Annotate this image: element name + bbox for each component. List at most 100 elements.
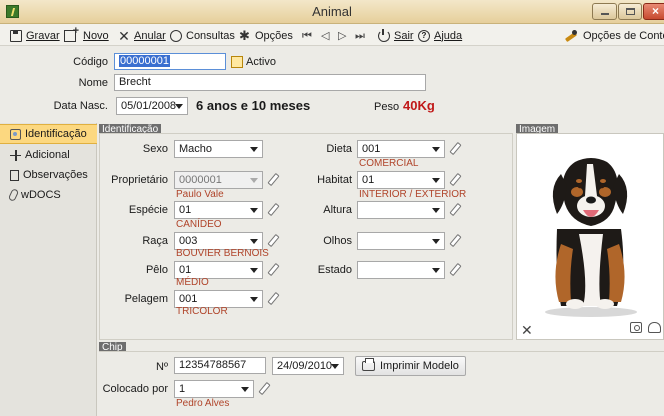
remove-image-icon[interactable]: ✕ bbox=[521, 322, 533, 339]
plus-icon bbox=[10, 149, 21, 161]
sidebar: Identificação Adicional Observações wDOC… bbox=[0, 123, 97, 416]
edit-pencil-icon[interactable] bbox=[448, 173, 460, 185]
first-record-icon: ⏮ bbox=[302, 29, 312, 42]
chevron-down-icon bbox=[250, 268, 258, 273]
help-icon: ? bbox=[418, 29, 430, 42]
proprietario-select[interactable]: 0000001 bbox=[174, 171, 263, 189]
queries-icon bbox=[170, 29, 182, 42]
edit-pencil-icon[interactable] bbox=[266, 234, 278, 246]
especie-label: Espécie bbox=[128, 204, 168, 216]
context-options-button[interactable]: Opções de Contexto bbox=[565, 28, 664, 43]
raca-label: Raça bbox=[142, 235, 168, 247]
power-icon bbox=[378, 28, 390, 42]
maximize-button[interactable] bbox=[618, 3, 642, 20]
code-field[interactable]: 00000001 bbox=[114, 53, 226, 70]
edit-pencil-icon[interactable] bbox=[448, 142, 460, 154]
options-button[interactable]: ✱ Opções bbox=[239, 28, 293, 43]
pelo-description: MÉDIO bbox=[176, 277, 209, 288]
active-label: Activo bbox=[246, 56, 276, 68]
habitat-label: Habitat bbox=[317, 174, 352, 186]
id-card-icon bbox=[10, 128, 21, 140]
proprietario-label: Proprietário bbox=[111, 174, 168, 186]
nav-last-button[interactable]: ⏭ bbox=[355, 28, 365, 43]
chevron-down-icon bbox=[250, 297, 258, 302]
altura-label: Altura bbox=[323, 204, 352, 216]
name-field[interactable]: Brecht bbox=[114, 74, 426, 91]
context-tool-icon bbox=[565, 29, 579, 42]
chevron-down-icon bbox=[250, 178, 258, 183]
edit-pencil-icon[interactable] bbox=[266, 203, 278, 215]
especie-description: CANÍDEO bbox=[176, 219, 222, 230]
chip-number-label: Nº bbox=[156, 361, 168, 373]
window-title: Animal bbox=[312, 4, 352, 19]
sidebar-item-observacoes[interactable]: Observações bbox=[0, 165, 97, 185]
dieta-select[interactable]: 001 bbox=[357, 140, 445, 158]
printer-icon bbox=[362, 358, 375, 371]
chevron-down-icon bbox=[432, 147, 440, 152]
print-model-button[interactable]: Imprimir Modelo bbox=[355, 356, 466, 376]
title-bar: Animal × bbox=[0, 0, 664, 24]
age-text: 6 anos e 10 meses bbox=[196, 98, 311, 113]
placed-by-select[interactable]: 1 bbox=[174, 380, 254, 398]
save-button[interactable]: Gravar bbox=[10, 28, 60, 43]
pelagem-label: Pelagem bbox=[124, 293, 168, 305]
name-label: Nome bbox=[78, 77, 108, 89]
code-label: Código bbox=[73, 56, 108, 68]
edit-pencil-icon[interactable] bbox=[448, 263, 460, 275]
placed-by-label: Colocado por bbox=[102, 383, 168, 395]
exit-button[interactable]: Sair bbox=[378, 28, 414, 43]
toolbar: Gravar Novo ✕ Anular Consultas ✱ Opções … bbox=[0, 24, 664, 46]
dog-photo bbox=[545, 158, 637, 317]
help-button[interactable]: ? Ajuda bbox=[418, 28, 462, 43]
edit-pencil-icon[interactable] bbox=[448, 203, 460, 215]
birth-date-label: Data Nasc. bbox=[53, 100, 108, 112]
chevron-down-icon bbox=[250, 208, 258, 213]
sexo-label: Sexo bbox=[142, 143, 168, 155]
raca-description: BOUVIER BERNOIS bbox=[176, 248, 269, 259]
chevron-down-icon bbox=[175, 104, 183, 109]
chip-number-field[interactable]: 12354788567 bbox=[174, 357, 266, 374]
queries-button[interactable]: Consultas bbox=[170, 28, 235, 43]
chevron-down-icon bbox=[432, 268, 440, 273]
sidebar-item-wdocs[interactable]: wDOCS bbox=[0, 185, 97, 205]
chip-date-picker[interactable]: 24/09/2010 bbox=[272, 357, 344, 375]
nav-prev-button[interactable]: ◁ bbox=[321, 28, 329, 43]
camera-icon[interactable] bbox=[630, 322, 642, 333]
dieta-description: COMERCIAL bbox=[359, 158, 419, 169]
habitat-description: INTERIOR / EXTERIOR bbox=[359, 189, 467, 200]
proprietario-description: Paulo Vale bbox=[176, 189, 224, 200]
altura-select[interactable] bbox=[357, 201, 445, 219]
sidebar-item-identificacao[interactable]: Identificação bbox=[0, 124, 97, 144]
previous-record-icon: ◁ bbox=[321, 29, 330, 42]
sexo-select[interactable]: Macho bbox=[174, 140, 263, 158]
birth-date-picker[interactable]: 05/01/2008 bbox=[116, 97, 188, 115]
especie-select[interactable]: 01 bbox=[174, 201, 263, 219]
placed-by-description: Pedro Alves bbox=[176, 398, 230, 409]
minimize-button[interactable] bbox=[592, 3, 617, 20]
nav-first-button[interactable]: ⏮ bbox=[302, 28, 312, 43]
document-icon bbox=[10, 169, 19, 181]
estado-select[interactable] bbox=[357, 261, 445, 279]
record-header: Código 00000001 Activo Nome Brecht Data … bbox=[0, 47, 664, 123]
edit-pencil-icon[interactable] bbox=[266, 263, 278, 275]
nav-next-button[interactable]: ▷ bbox=[338, 28, 346, 43]
weight-label: Peso bbox=[374, 101, 400, 113]
paperclip-icon bbox=[7, 188, 20, 202]
edit-pencil-icon[interactable] bbox=[448, 234, 460, 246]
new-button[interactable]: Novo bbox=[64, 25, 109, 43]
olhos-select[interactable] bbox=[357, 232, 445, 250]
pelagem-description: TRICOLOR bbox=[176, 306, 228, 317]
sidebar-item-adicional[interactable]: Adicional bbox=[0, 145, 97, 165]
chevron-down-icon bbox=[241, 387, 249, 392]
close-button[interactable]: × bbox=[643, 3, 664, 20]
edit-pencil-icon[interactable] bbox=[257, 382, 269, 394]
olhos-label: Olhos bbox=[323, 235, 352, 247]
next-record-icon: ▷ bbox=[338, 29, 347, 42]
edit-pencil-icon[interactable] bbox=[266, 173, 278, 185]
cancel-button[interactable]: ✕ Anular bbox=[118, 28, 166, 43]
active-checkbox[interactable] bbox=[231, 56, 243, 68]
habitat-select[interactable]: 01 bbox=[357, 171, 445, 189]
edit-pencil-icon[interactable] bbox=[266, 292, 278, 304]
cloud-icon[interactable] bbox=[648, 322, 661, 333]
dieta-label: Dieta bbox=[326, 143, 352, 155]
